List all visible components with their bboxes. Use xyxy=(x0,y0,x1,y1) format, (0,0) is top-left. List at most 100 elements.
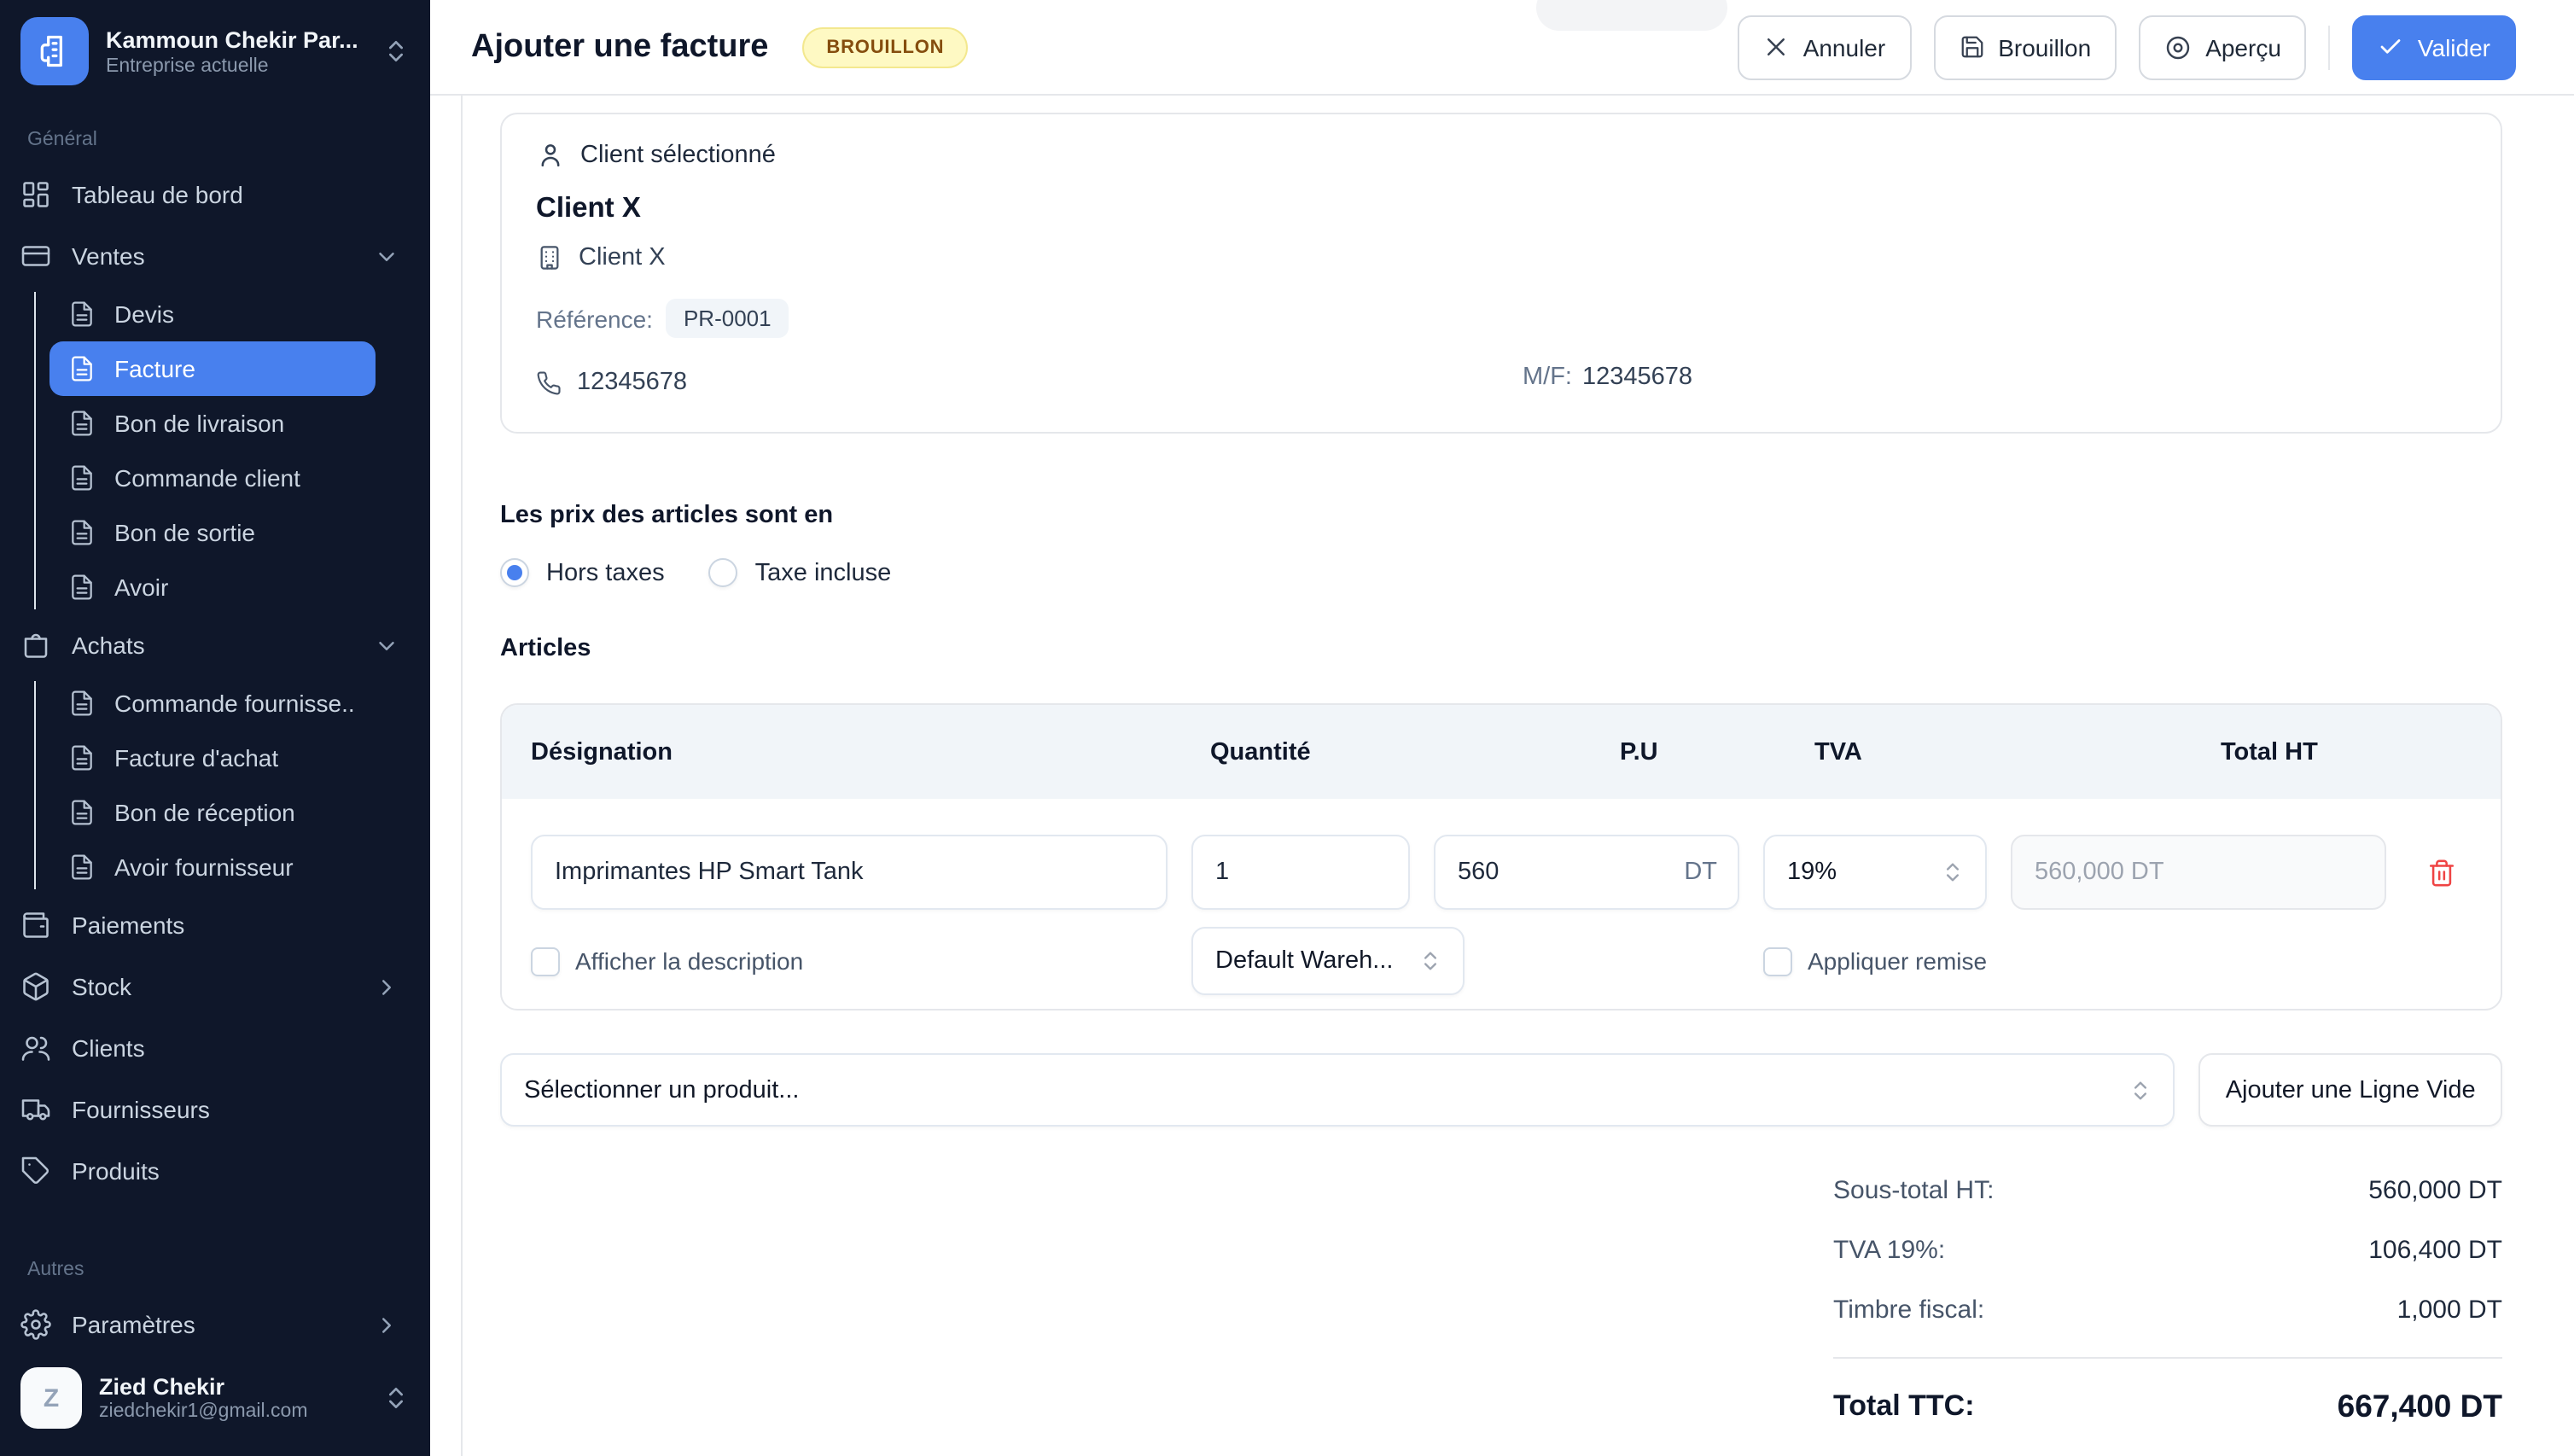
sidebar-item-devis[interactable]: Devis xyxy=(50,287,376,341)
package-icon xyxy=(20,971,51,1002)
delete-row-button[interactable] xyxy=(2410,835,2472,910)
company-switcher[interactable]: Kammoun Chekir Par... Entreprise actuell… xyxy=(20,17,410,85)
sidebar-item-commande-fournisseur[interactable]: Commande fournisse... xyxy=(50,676,376,731)
invoice-printer-icon xyxy=(36,32,73,70)
column-header-tva: TVA xyxy=(1814,738,1862,766)
client-contact-row: 12345678 M/F: 12345678 xyxy=(536,364,2466,401)
sidebar-item-facture[interactable]: Facture xyxy=(50,341,376,396)
client-tax-id: M/F: 12345678 xyxy=(1523,364,1692,391)
client-reference-row: Référence: PR-0001 xyxy=(536,299,2466,338)
unit-price-wrap: DT xyxy=(1434,835,1739,910)
client-phone: 12345678 xyxy=(536,369,687,396)
credit-card-icon xyxy=(20,241,51,271)
sidebar-item-avoir[interactable]: Avoir xyxy=(50,560,376,614)
radio-taxe-incluse[interactable]: Taxe incluse xyxy=(709,558,892,587)
check-icon xyxy=(2379,34,2404,60)
show-description-label: Afficher la description xyxy=(575,947,803,975)
sidebar-item-clients[interactable]: Clients xyxy=(20,1017,410,1079)
file-text-icon xyxy=(68,355,96,382)
tva-row: TVA 19%: 106,400 DT xyxy=(1833,1220,2502,1280)
sidebar-item-parametres[interactable]: Paramètres xyxy=(20,1294,410,1355)
sidebar-item-fournisseurs[interactable]: Fournisseurs xyxy=(20,1079,410,1140)
sidebar-item-label: Devis xyxy=(114,300,174,328)
page-title: Ajouter une facture xyxy=(471,28,768,66)
show-description-option[interactable]: Afficher la description xyxy=(531,946,1168,976)
preview-button[interactable]: Aperçu xyxy=(2139,15,2307,79)
warehouse-select-value: Default Wareh... xyxy=(1215,947,1393,975)
trash-icon xyxy=(2426,858,2455,887)
sidebar-item-label: Produits xyxy=(72,1157,399,1185)
grand-total-row: Total TTC: 667,400 DT xyxy=(1833,1376,2502,1437)
radio-hors-taxes[interactable]: Hors taxes xyxy=(500,558,665,587)
draft-button-label: Brouillon xyxy=(1998,33,2091,61)
pricing-mode-section: Les prix des articles sont en Hors taxes… xyxy=(500,502,2502,587)
warehouse-select[interactable]: Default Wareh... xyxy=(1191,927,1465,995)
scrolled-element-remnant xyxy=(1536,0,1727,31)
sidebar-item-bon-de-livraison[interactable]: Bon de livraison xyxy=(50,396,376,451)
sidebar-item-label: Commande fournisse... xyxy=(114,690,357,717)
truck-icon xyxy=(20,1094,51,1125)
preview-button-label: Aperçu xyxy=(2205,33,2281,61)
file-text-icon xyxy=(68,410,96,437)
sidebar-item-bon-de-reception[interactable]: Bon de réception xyxy=(50,785,376,840)
chevrons-up-down-icon xyxy=(1418,949,1442,973)
subtotal-row: Sous-total HT: 560,000 DT xyxy=(1833,1161,2502,1220)
draft-button[interactable]: Brouillon xyxy=(1933,15,2117,79)
file-text-icon xyxy=(68,464,96,492)
validate-button[interactable]: Valider xyxy=(2353,15,2516,79)
articles-table: Désignation Quantité P.U TVA Total HT DT… xyxy=(500,703,2502,1010)
quantity-input[interactable] xyxy=(1191,835,1410,910)
sidebar-item-achats[interactable]: Achats xyxy=(20,614,410,676)
reference-value-pill: PR-0001 xyxy=(667,299,789,338)
app-window: Kammoun Chekir Par... Entreprise actuell… xyxy=(0,0,2574,1456)
designation-input[interactable] xyxy=(531,835,1168,910)
main-area: Ajouter une facture BROUILLON Annuler Br… xyxy=(430,0,2574,1456)
sidebar-item-produits[interactable]: Produits xyxy=(20,1140,410,1202)
dashboard-icon xyxy=(20,179,51,210)
stamp-row: Timbre fiscal: 1,000 DT xyxy=(1833,1280,2502,1340)
user-email: ziedchekir1@gmail.com xyxy=(99,1401,365,1422)
radio-button-checked[interactable] xyxy=(500,558,529,587)
tva-select[interactable]: 19% xyxy=(1763,835,1987,910)
sidebar-item-avoir-fournisseur[interactable]: Avoir fournisseur xyxy=(50,840,376,894)
sidebar-item-bon-de-sortie[interactable]: Bon de sortie xyxy=(50,505,376,560)
user-menu[interactable]: Z Zied Chekir ziedchekir1@gmail.com xyxy=(20,1355,410,1429)
client-card-header: Client sélectionné xyxy=(536,140,2466,169)
section-label-general: Général xyxy=(20,130,410,150)
checkbox-unchecked[interactable] xyxy=(531,946,560,976)
stamp-label: Timbre fiscal: xyxy=(1833,1296,1984,1325)
sidebar-item-stock[interactable]: Stock xyxy=(20,956,410,1017)
cancel-button-label: Annuler xyxy=(1803,33,1886,61)
checkbox-unchecked[interactable] xyxy=(1763,946,1792,976)
tag-icon xyxy=(20,1156,51,1186)
column-header-quantite: Quantité xyxy=(1210,738,1311,766)
sidebar-item-ventes[interactable]: Ventes xyxy=(20,225,410,287)
sidebar-item-commande-client[interactable]: Commande client xyxy=(50,451,376,505)
file-text-icon xyxy=(68,853,96,881)
company-logo xyxy=(20,17,89,85)
sidebar-item-label: Bon de livraison xyxy=(114,410,284,437)
articles-heading: Articles xyxy=(500,635,2502,662)
file-text-icon xyxy=(68,519,96,546)
file-text-icon xyxy=(68,300,96,328)
chevrons-up-down-icon xyxy=(382,38,410,65)
user-icon xyxy=(536,140,565,169)
company-subtitle: Entreprise actuelle xyxy=(106,55,365,76)
user-name: Zied Chekir xyxy=(99,1374,365,1400)
tva-label: TVA 19%: xyxy=(1833,1236,1945,1265)
sidebar-item-label: Avoir fournisseur xyxy=(114,853,294,881)
sidebar-item-facture-achat[interactable]: Facture d'achat xyxy=(50,731,376,785)
tax-id-value: 12345678 xyxy=(1582,364,1692,391)
radio-button-unchecked[interactable] xyxy=(709,558,738,587)
sidebar-item-paiements[interactable]: Paiements xyxy=(20,894,410,956)
sidebar-item-dashboard[interactable]: Tableau de bord xyxy=(20,164,410,225)
section-label-autres: Autres xyxy=(20,1260,410,1280)
cancel-button[interactable]: Annuler xyxy=(1738,15,1912,79)
apply-discount-option[interactable]: Appliquer remise xyxy=(1763,946,2386,976)
add-empty-line-button[interactable]: Ajouter une Ligne Vide xyxy=(2198,1053,2502,1127)
product-select[interactable]: Sélectionner un produit... xyxy=(500,1053,2175,1127)
sidebar-item-label: Tableau de bord xyxy=(72,181,399,208)
column-header-total-ht: Total HT xyxy=(2221,738,2318,766)
sidebar-item-label: Paramètres xyxy=(72,1311,353,1338)
tva-select-value: 19% xyxy=(1787,859,1837,886)
